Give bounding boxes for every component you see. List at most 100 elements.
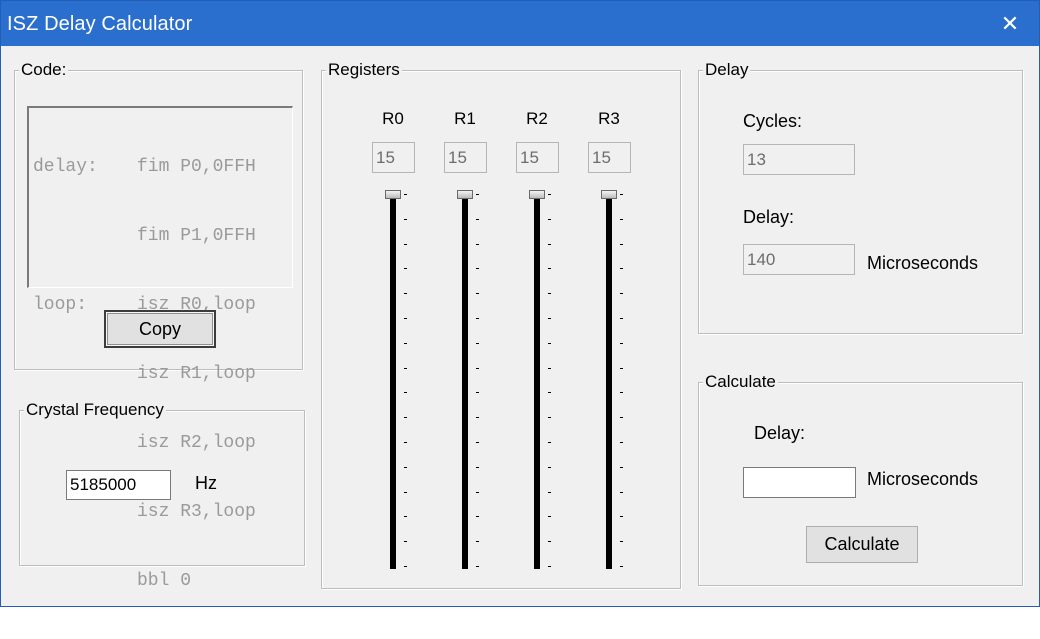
slider-tick <box>404 516 407 517</box>
window-title: ISZ Delay Calculator <box>7 13 193 35</box>
slider-tick <box>620 392 623 393</box>
slider-tick <box>476 467 479 468</box>
register-value-r3: 15 <box>588 142 631 173</box>
calculate-button[interactable]: Calculate <box>806 526 918 563</box>
slider-tick <box>620 318 623 319</box>
slider-tick <box>476 368 479 369</box>
slider-tick <box>404 467 407 468</box>
register-slider-track-r0[interactable] <box>390 194 396 569</box>
cycles-field: 13 <box>743 144 855 175</box>
slider-tick <box>548 392 551 393</box>
slider-tick <box>404 318 407 319</box>
close-icon[interactable]: ✕ <box>981 1 1039 46</box>
register-slider-thumb-r1[interactable] <box>457 190 473 199</box>
slider-tick <box>404 293 407 294</box>
delay-group: Delay <box>698 60 1023 334</box>
register-label-r1: R1 <box>454 109 476 128</box>
slider-tick <box>476 343 479 344</box>
slider-tick <box>620 516 623 517</box>
code-line: isz R1,loop <box>137 364 256 384</box>
slider-tick <box>476 392 479 393</box>
slider-tick <box>476 492 479 493</box>
slider-tick <box>476 268 479 269</box>
slider-tick <box>620 244 623 245</box>
slider-tick <box>620 194 623 195</box>
calculate-group-legend: Calculate <box>703 372 778 392</box>
slider-tick <box>404 268 407 269</box>
slider-tick <box>476 442 479 443</box>
slider-tick <box>548 492 551 493</box>
delay-group-legend: Delay <box>703 60 751 80</box>
delay-result-label: Delay: <box>743 207 795 227</box>
slider-tick <box>404 442 407 443</box>
calculate-delay-label: Delay: <box>754 423 806 443</box>
slider-tick <box>404 368 407 369</box>
slider-tick <box>548 244 551 245</box>
slider-tick <box>548 467 551 468</box>
slider-tick <box>476 566 479 567</box>
slider-tick <box>548 417 551 418</box>
slider-tick <box>620 293 623 294</box>
slider-tick <box>548 318 551 319</box>
slider-tick <box>476 516 479 517</box>
slider-tick <box>404 566 407 567</box>
registers-group: Registers <box>321 60 681 589</box>
slider-tick <box>476 219 479 220</box>
slider-tick <box>548 516 551 517</box>
register-label-r3: R3 <box>598 109 620 128</box>
slider-tick <box>404 244 407 245</box>
register-slider-track-r1[interactable] <box>462 194 468 569</box>
slider-tick <box>620 492 623 493</box>
slider-tick <box>620 566 623 567</box>
code-group-legend: Code: <box>19 60 69 80</box>
slider-tick <box>620 368 623 369</box>
slider-tick <box>476 244 479 245</box>
slider-tick <box>620 442 623 443</box>
hz-unit-label: Hz <box>195 473 217 493</box>
slider-tick <box>404 541 407 542</box>
slider-tick <box>620 417 623 418</box>
register-value-r2: 15 <box>516 142 559 173</box>
register-value-r1: 15 <box>444 142 487 173</box>
calculate-delay-input[interactable] <box>743 467 856 498</box>
code-line: bbl 0 <box>137 571 192 591</box>
register-slider-track-r3[interactable] <box>606 194 612 569</box>
slider-tick <box>620 268 623 269</box>
slider-tick <box>476 194 479 195</box>
registers-legend: Registers <box>326 60 402 80</box>
slider-tick <box>620 541 623 542</box>
register-slider-thumb-r2[interactable] <box>529 190 545 199</box>
crystal-frequency-legend: Crystal Frequency <box>24 400 166 420</box>
slider-tick <box>548 442 551 443</box>
slider-tick <box>620 467 623 468</box>
slider-tick <box>404 219 407 220</box>
delay-unit-label: Microseconds <box>867 253 979 273</box>
crystal-frequency-input[interactable]: 5185000 <box>66 470 171 500</box>
copy-button[interactable]: Copy <box>104 310 216 348</box>
calculate-unit-label: Microseconds <box>867 469 979 489</box>
title-bar: ISZ Delay Calculator ✕ <box>1 1 1039 46</box>
slider-tick <box>548 194 551 195</box>
slider-tick <box>620 343 623 344</box>
register-label-r0: R0 <box>382 109 404 128</box>
slider-tick <box>548 368 551 369</box>
code-line: delay: fim P0,0FFH <box>33 157 256 177</box>
slider-tick <box>404 392 407 393</box>
slider-tick <box>404 343 407 344</box>
slider-tick <box>548 566 551 567</box>
slider-tick <box>404 417 407 418</box>
slider-tick <box>476 541 479 542</box>
code-line: fim P1,0FFH <box>137 226 256 246</box>
slider-tick <box>476 293 479 294</box>
slider-tick <box>476 417 479 418</box>
register-slider-track-r2[interactable] <box>534 194 540 569</box>
slider-tick <box>548 343 551 344</box>
code-listing: delay: fim P0,0FFH fim P1,0FFH loop: isz R… <box>27 106 293 591</box>
cycles-label: Cycles: <box>743 111 803 131</box>
register-slider-thumb-r3[interactable] <box>601 190 617 199</box>
slider-tick <box>620 219 623 220</box>
delay-result-field: 140 <box>743 244 855 275</box>
register-value-r0: 15 <box>372 142 415 173</box>
register-slider-thumb-r0[interactable] <box>385 190 401 199</box>
slider-tick <box>476 318 479 319</box>
